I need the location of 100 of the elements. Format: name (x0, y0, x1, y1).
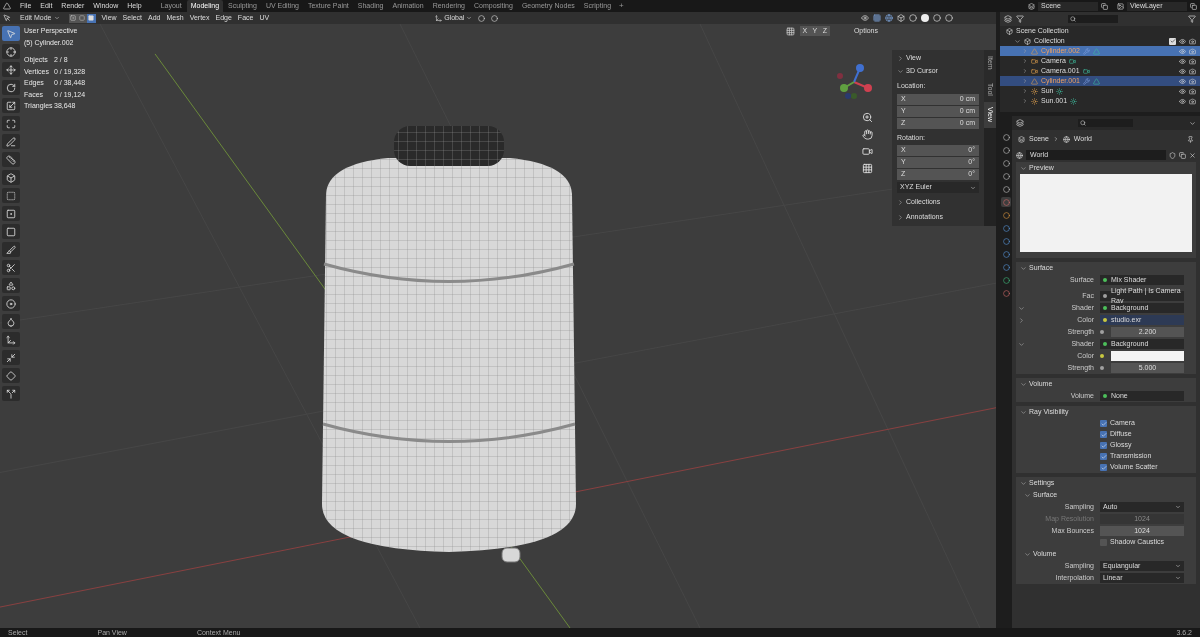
visibility-icon[interactable] (1179, 57, 1186, 65)
properties-tab[interactable] (1001, 184, 1011, 194)
zoom-icon[interactable] (862, 112, 873, 123)
visibility-icon[interactable] (1179, 37, 1186, 45)
visibility-icon[interactable] (1179, 87, 1186, 95)
tool-button[interactable] (2, 386, 20, 401)
checkbox[interactable] (1100, 431, 1107, 438)
visibility-icon[interactable] (1179, 67, 1186, 75)
expand-icon[interactable] (1020, 264, 1027, 272)
expand-icon[interactable] (897, 55, 904, 62)
pin-icon[interactable] (1187, 135, 1194, 143)
visibility-icon[interactable] (861, 14, 869, 22)
properties-tab[interactable] (1001, 171, 1011, 181)
view-layer-icon[interactable] (1117, 2, 1124, 10)
tool-button[interactable] (2, 98, 20, 113)
visibility-icon[interactable] (1179, 97, 1186, 105)
filter-icon[interactable] (1188, 15, 1196, 23)
display-mode-icon[interactable] (1004, 15, 1012, 23)
select-mode-button[interactable] (86, 13, 96, 23)
duplicate-icon[interactable] (1179, 151, 1186, 159)
properties-tab[interactable] (1001, 210, 1011, 220)
tool-button[interactable] (2, 242, 20, 257)
properties-tab[interactable] (1001, 262, 1011, 272)
expand-icon[interactable] (1017, 316, 1025, 324)
checkbox[interactable] (1100, 464, 1107, 471)
expand-icon[interactable] (897, 68, 904, 75)
add-workspace-button[interactable]: + (616, 0, 627, 12)
checkbox[interactable] (1100, 442, 1107, 449)
shapes-icon (6, 280, 16, 291)
tool-button[interactable] (2, 206, 20, 221)
rendered-shading-icon[interactable] (945, 14, 953, 22)
properties-tab[interactable] (1001, 158, 1011, 168)
search-field[interactable] (1078, 119, 1133, 127)
visibility-icon[interactable] (1179, 77, 1186, 85)
tool-button[interactable] (2, 296, 20, 311)
xray-icon[interactable] (897, 14, 905, 22)
material-shading-icon[interactable] (933, 14, 941, 22)
render-icon[interactable] (1189, 77, 1196, 85)
search-field[interactable] (1068, 15, 1118, 23)
render-icon[interactable] (1189, 87, 1196, 95)
tool-button[interactable] (2, 224, 20, 239)
editor-type-icon[interactable] (1016, 119, 1024, 127)
tool-button[interactable] (2, 134, 20, 149)
properties-tab[interactable] (1001, 249, 1011, 259)
properties-tab[interactable] (1001, 275, 1011, 285)
tool-button[interactable] (2, 116, 20, 131)
render-icon[interactable] (1189, 37, 1196, 45)
properties-tab[interactable] (1001, 288, 1011, 298)
render-icon[interactable] (1189, 97, 1196, 105)
render-icon[interactable] (1189, 67, 1196, 75)
scene-icon[interactable] (1028, 2, 1035, 10)
solid-shading-icon[interactable] (921, 14, 929, 22)
properties-tab[interactable] (1001, 132, 1011, 142)
checkbox[interactable] (1100, 453, 1107, 460)
grid-icon[interactable] (862, 163, 873, 174)
tool-button[interactable] (2, 278, 20, 293)
expand-icon[interactable] (1017, 304, 1025, 312)
expand-icon[interactable] (1020, 408, 1027, 416)
properties-tab[interactable] (1001, 145, 1011, 155)
close-icon[interactable] (1189, 151, 1196, 159)
wireframe-shading-icon[interactable] (909, 14, 917, 22)
expand-icon[interactable] (1020, 380, 1027, 388)
tool-button[interactable] (2, 80, 20, 95)
overlay-icon[interactable] (873, 14, 881, 22)
expand-icon[interactable] (1024, 550, 1031, 558)
shield-icon[interactable] (1169, 151, 1176, 159)
tool-button[interactable] (2, 260, 20, 275)
options-icon[interactable] (1189, 119, 1196, 127)
tool-button[interactable] (2, 332, 20, 347)
tool-button[interactable] (2, 44, 20, 59)
expand-icon[interactable] (897, 198, 904, 206)
checkbox[interactable] (1100, 420, 1107, 427)
expand-icon[interactable] (1020, 479, 1027, 487)
tool-button[interactable] (2, 350, 20, 365)
tool-button[interactable] (2, 152, 20, 167)
tool-button[interactable] (2, 314, 20, 329)
properties-tab[interactable] (1001, 223, 1011, 233)
tool-button[interactable] (2, 170, 20, 185)
expand-icon[interactable] (1014, 37, 1021, 45)
new-view-layer-icon[interactable] (1190, 2, 1197, 10)
expand-icon[interactable] (1024, 491, 1031, 499)
tool-button[interactable] (2, 62, 20, 77)
hand-icon[interactable] (862, 129, 873, 140)
color-swatch[interactable] (1111, 351, 1184, 361)
editor-type-icon[interactable] (3, 14, 11, 22)
render-icon[interactable] (1189, 57, 1196, 65)
world-icon[interactable] (1016, 151, 1023, 159)
expand-icon[interactable] (897, 213, 904, 221)
tool-button[interactable] (2, 368, 20, 383)
expand-icon[interactable] (1020, 164, 1027, 172)
gizmo-icon[interactable] (885, 14, 893, 22)
include-checkbox[interactable] (1169, 37, 1176, 45)
new-scene-icon[interactable] (1101, 2, 1108, 10)
camera-icon[interactable] (862, 146, 873, 157)
app-logo-icon[interactable] (3, 2, 11, 10)
properties-tab[interactable] (1001, 236, 1011, 246)
gizmo-button[interactable] (785, 26, 796, 37)
expand-icon[interactable] (1017, 340, 1025, 348)
pen-icon (6, 136, 16, 147)
properties-tab[interactable] (1001, 197, 1011, 207)
